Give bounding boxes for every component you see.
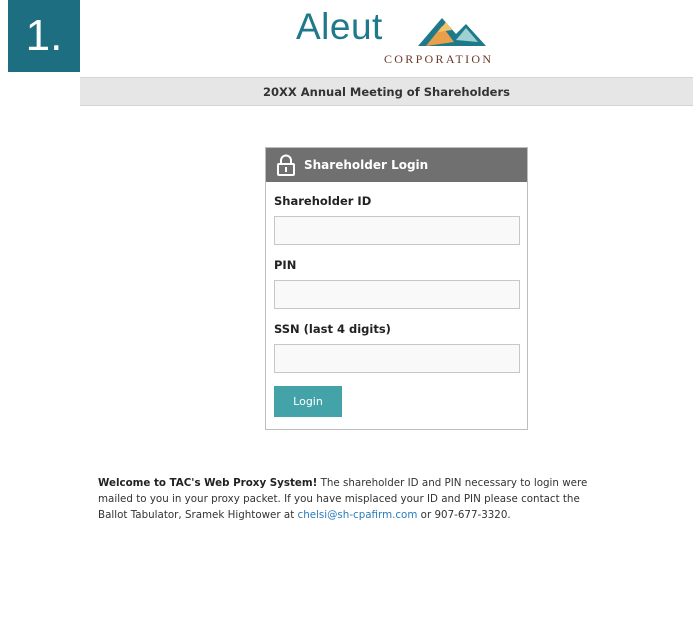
- login-form: Shareholder ID PIN SSN (last 4 digits) L…: [266, 182, 527, 417]
- login-panel: Shareholder Login Shareholder ID PIN SSN…: [265, 147, 528, 430]
- logo-wordmark: Aleut: [296, 6, 383, 47]
- contact-email-link[interactable]: chelsi@sh-cpafirm.com: [298, 509, 418, 521]
- pin-label: PIN: [274, 258, 297, 272]
- logo-subtitle: CORPORATION: [384, 52, 494, 66]
- welcome-message: Welcome to TAC's Web Proxy System! The s…: [98, 475, 693, 523]
- welcome-heading: Welcome to TAC's Web Proxy System!: [98, 477, 318, 489]
- shareholder-id-label: Shareholder ID: [274, 194, 372, 208]
- aleut-logo: Aleut CORPORATION: [296, 6, 506, 68]
- login-panel-header: Shareholder Login: [266, 148, 527, 182]
- welcome-line-1: The shareholder ID and PIN necessary to …: [317, 477, 588, 489]
- ssn-input[interactable]: [274, 344, 520, 373]
- step-number-badge: 1.: [8, 0, 80, 72]
- login-panel-title: Shareholder Login: [304, 158, 429, 172]
- ssn-label: SSN (last 4 digits): [274, 322, 391, 336]
- welcome-line-3: Ballot Tabulator, Sramek Hightower at: [98, 509, 298, 521]
- meeting-title-bar: 20XX Annual Meeting of Shareholders: [80, 77, 693, 106]
- pin-input[interactable]: [274, 280, 520, 309]
- welcome-line-2: mailed to you in your proxy packet. If y…: [98, 493, 580, 505]
- lock-icon: [277, 154, 295, 176]
- shareholder-id-input[interactable]: [274, 216, 520, 245]
- mountain-logo-icon: [418, 18, 486, 46]
- meeting-title: 20XX Annual Meeting of Shareholders: [263, 84, 510, 99]
- login-button[interactable]: Login: [274, 386, 342, 417]
- welcome-line-3-end: or 907-677-3320.: [417, 509, 511, 521]
